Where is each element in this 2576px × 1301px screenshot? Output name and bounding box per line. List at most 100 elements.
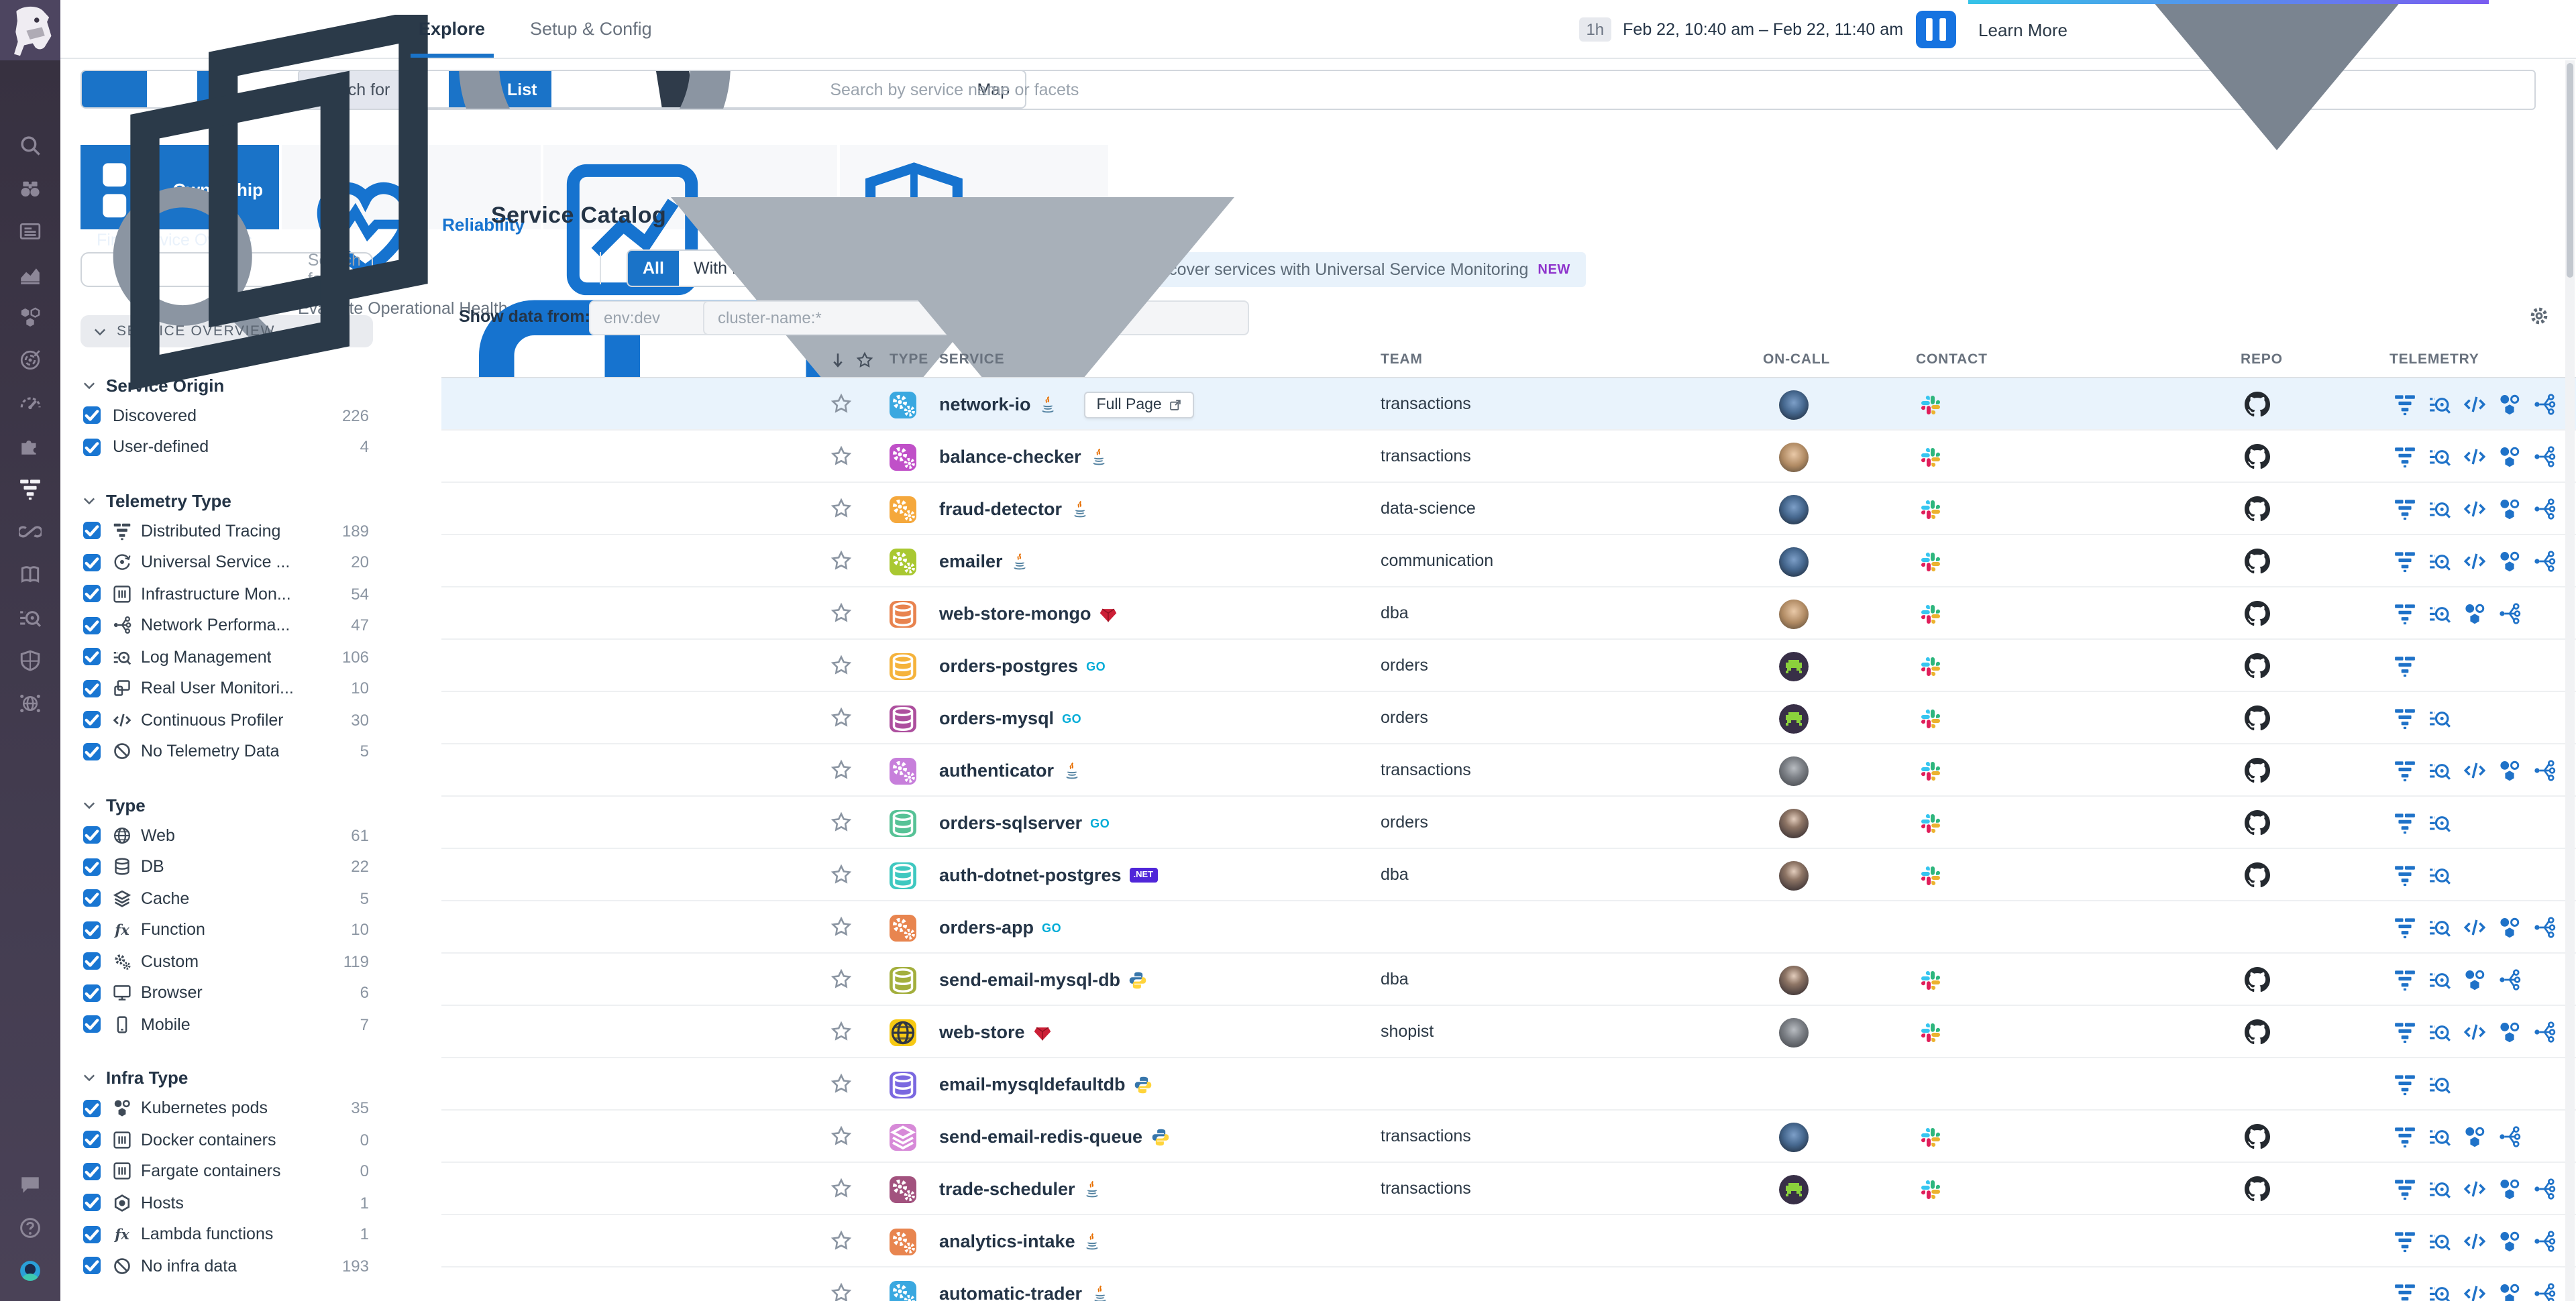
service-name-link[interactable]: orders-app (939, 917, 1034, 938)
team-cell[interactable]: shopist (1381, 1022, 1434, 1041)
star-icon[interactable] (830, 1178, 852, 1199)
star-icon[interactable] (830, 602, 852, 624)
checkbox-checked[interactable] (83, 522, 101, 540)
slack-icon[interactable] (1920, 760, 1941, 781)
col-type[interactable]: TYPE (890, 351, 928, 367)
star-icon[interactable] (830, 1125, 852, 1147)
logs-telemetry-icon[interactable] (2428, 1073, 2451, 1096)
checkbox-checked[interactable] (83, 1100, 101, 1117)
logs-telemetry-icon[interactable] (2428, 602, 2451, 625)
service-name-link[interactable]: analytics-intake (939, 1231, 1075, 1251)
github-icon[interactable] (2245, 601, 2270, 626)
facet-item[interactable]: No Telemetry Data5 (80, 736, 373, 767)
trace-telemetry-icon[interactable] (2394, 1073, 2416, 1096)
checkbox-checked[interactable] (83, 1194, 101, 1212)
service-name-link[interactable]: email-mysqldefaultdb (939, 1074, 1126, 1094)
gears-type-icon[interactable] (890, 548, 916, 575)
facet-item[interactable]: Cache5 (80, 883, 373, 914)
star-column-icon[interactable] (856, 351, 873, 369)
checkbox-checked[interactable] (83, 1257, 101, 1275)
slack-icon[interactable] (1920, 394, 1941, 415)
db-type-icon[interactable] (890, 1071, 916, 1098)
table-row[interactable]: emailercommunication (441, 535, 2576, 587)
slack-icon[interactable] (1920, 603, 1941, 624)
trace-telemetry-icon[interactable] (2394, 1282, 2416, 1301)
checkbox-checked[interactable] (83, 1016, 101, 1033)
facet-item[interactable]: Continuous Profiler30 (80, 704, 373, 736)
puzzle-icon[interactable] (19, 435, 42, 457)
slack-icon[interactable] (1920, 1021, 1941, 1043)
profiler-telemetry-icon[interactable] (2463, 759, 2486, 782)
checkbox-checked[interactable] (83, 648, 101, 666)
profiler-telemetry-icon[interactable] (2463, 1021, 2486, 1043)
full-page-button[interactable]: Full Page (1085, 391, 1194, 418)
pods-telemetry-icon[interactable] (2498, 1282, 2521, 1301)
book-icon[interactable] (19, 563, 42, 586)
checkbox-checked[interactable] (83, 858, 101, 876)
chat-icon[interactable] (19, 1174, 42, 1196)
table-row[interactable]: orders-mysqlGOorders (441, 692, 2576, 744)
star-icon[interactable] (830, 759, 852, 781)
col-service[interactable]: SERVICE (939, 351, 1004, 367)
table-row[interactable]: orders-sqlserverGOorders (441, 797, 2576, 849)
logs-telemetry-icon[interactable] (2428, 811, 2451, 834)
table-row[interactable]: automatic-trader (441, 1267, 2576, 1301)
trace-telemetry-icon[interactable] (2394, 1021, 2416, 1043)
table-row[interactable]: trade-schedulertransactions (441, 1163, 2576, 1215)
on-call-avatar[interactable] (1779, 703, 1809, 733)
facet-group-title[interactable]: Type (80, 790, 373, 819)
binoculars-icon[interactable] (19, 177, 42, 200)
checkbox-checked[interactable] (83, 554, 101, 571)
globe-net-icon[interactable] (19, 692, 42, 715)
trace-telemetry-icon[interactable] (2394, 445, 2416, 468)
pods-telemetry-icon[interactable] (2498, 1230, 2521, 1253)
on-call-avatar[interactable] (1779, 1122, 1809, 1151)
target-icon[interactable] (19, 349, 42, 372)
facet-item[interactable]: User-defined4 (80, 431, 373, 463)
team-cell[interactable]: dba (1381, 970, 1409, 988)
service-name-link[interactable]: auth-dotnet-postgres (939, 865, 1122, 885)
profiler-telemetry-icon[interactable] (2463, 498, 2486, 520)
checkbox-checked[interactable] (83, 617, 101, 634)
checkbox-checked[interactable] (83, 984, 101, 1002)
facet-item[interactable]: Universal Service ...20 (80, 547, 373, 578)
team-cell[interactable]: dba (1381, 865, 1409, 884)
trace-telemetry-icon[interactable] (2394, 759, 2416, 782)
table-row[interactable]: authenticatortransactions (441, 744, 2576, 797)
on-call-avatar[interactable] (1779, 965, 1809, 995)
team-cell[interactable]: transactions (1381, 394, 1471, 413)
table-row[interactable]: web-store-mongodba (441, 587, 2576, 640)
slack-icon[interactable] (1920, 1178, 1941, 1200)
gears-type-icon[interactable] (890, 1280, 916, 1301)
db-type-icon[interactable] (890, 653, 916, 679)
trace-telemetry-icon[interactable] (2394, 707, 2416, 730)
profiler-telemetry-icon[interactable] (2463, 916, 2486, 939)
checkbox-checked[interactable] (83, 585, 101, 603)
checkbox-checked[interactable] (83, 439, 101, 456)
github-icon[interactable] (2245, 862, 2270, 888)
trace-telemetry-icon[interactable] (2394, 393, 2416, 416)
service-name-link[interactable]: balance-checker (939, 447, 1081, 467)
facet-item[interactable]: Real User Monitori...10 (80, 673, 373, 704)
checkbox-checked[interactable] (83, 1131, 101, 1149)
github-icon[interactable] (2245, 444, 2270, 469)
table-row[interactable]: fraud-detectordata-science (441, 483, 2576, 535)
learn-more-dropdown[interactable]: Learn More (1968, 0, 2489, 59)
trace-telemetry-icon[interactable] (2394, 1178, 2416, 1200)
service-name-link[interactable]: web-store-mongo (939, 604, 1091, 624)
table-row[interactable]: orders-appGO (441, 901, 2576, 954)
slack-icon[interactable] (1920, 1126, 1941, 1147)
network-telemetry-icon[interactable] (2533, 1021, 2556, 1043)
facet-item[interactable]: fxFunction10 (80, 914, 373, 946)
logs-telemetry-icon[interactable] (2428, 707, 2451, 730)
service-name-link[interactable]: web-store (939, 1022, 1025, 1042)
facet-item[interactable]: fxLambda functions1 (80, 1219, 373, 1250)
profiler-telemetry-icon[interactable] (2463, 550, 2486, 573)
star-icon[interactable] (830, 498, 852, 519)
tab-setup-config[interactable]: Setup & Config (530, 0, 652, 58)
github-icon[interactable] (2245, 392, 2270, 417)
team-cell[interactable]: transactions (1381, 447, 1471, 465)
gears-type-icon[interactable] (890, 1176, 916, 1202)
trace-icon[interactable] (19, 477, 42, 500)
service-name-link[interactable]: orders-postgres (939, 656, 1078, 676)
